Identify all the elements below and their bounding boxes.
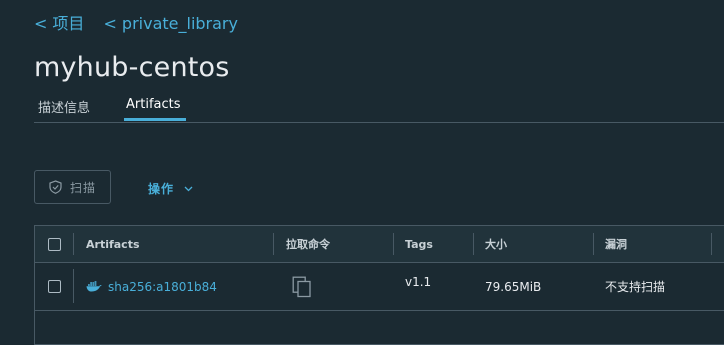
select-all-cell <box>48 226 61 262</box>
tab-artifacts[interactable]: Artifacts <box>126 97 181 112</box>
chevron-left-icon: < <box>103 14 117 33</box>
tab-bar: 描述信息 Artifacts <box>34 94 724 123</box>
column-divider <box>593 233 594 255</box>
pull-command-cell <box>292 263 312 310</box>
table-header: Artifacts 拉取命令 Tags 大小 漏洞 <box>35 226 724 263</box>
copy-icon[interactable] <box>292 276 312 298</box>
column-divider <box>73 269 74 303</box>
row-select-cell <box>48 263 61 310</box>
header-size[interactable]: 大小 <box>485 226 507 262</box>
row-checkbox[interactable] <box>48 280 61 293</box>
tags-cell: v1.1 <box>405 275 432 289</box>
artifact-cell: sha256:a1801b84 <box>86 263 217 310</box>
page-title: myhub-centos <box>34 52 230 83</box>
actions-label: 操作 <box>148 182 175 196</box>
breadcrumb-project[interactable]: < private_library <box>104 14 238 33</box>
header-artifacts[interactable]: Artifacts <box>86 226 140 262</box>
actions-dropdown[interactable]: 操作 <box>148 180 193 197</box>
vulnerabilities-cell: 不支持扫描 <box>605 280 666 294</box>
scan-button[interactable]: 扫描 <box>34 170 111 204</box>
artifact-digest-link[interactable]: sha256:a1801b84 <box>108 280 217 294</box>
breadcrumb-label: private_library <box>121 14 238 33</box>
docker-icon <box>86 281 102 292</box>
breadcrumb-label: 项目 <box>52 14 85 33</box>
shield-icon <box>49 180 62 194</box>
breadcrumb: < 项目 < private_library <box>34 10 252 34</box>
column-divider <box>73 233 74 255</box>
column-divider <box>393 233 394 255</box>
size-cell: 79.65MiB <box>485 279 542 294</box>
header-pull-command[interactable]: 拉取命令 <box>286 226 330 262</box>
header-vulnerabilities[interactable]: 漏洞 <box>605 226 627 262</box>
chevron-down-icon <box>184 186 193 191</box>
select-all-checkbox[interactable] <box>48 237 61 251</box>
tab-description[interactable]: 描述信息 <box>38 97 90 116</box>
scan-button-label: 扫描 <box>69 180 96 195</box>
column-divider <box>473 233 474 255</box>
column-divider <box>273 233 274 255</box>
artifacts-table: Artifacts 拉取命令 Tags 大小 漏洞 sha256:a1801b8… <box>34 225 724 345</box>
active-tab-indicator <box>124 118 186 121</box>
chevron-left-icon: < <box>34 14 48 33</box>
header-tags[interactable]: Tags <box>405 226 433 262</box>
breadcrumb-projects[interactable]: < 项目 <box>34 10 84 34</box>
column-divider <box>711 233 712 255</box>
table-row[interactable]: sha256:a1801b84 v1.1 79.65MiB 不支持扫描 <box>35 263 724 311</box>
